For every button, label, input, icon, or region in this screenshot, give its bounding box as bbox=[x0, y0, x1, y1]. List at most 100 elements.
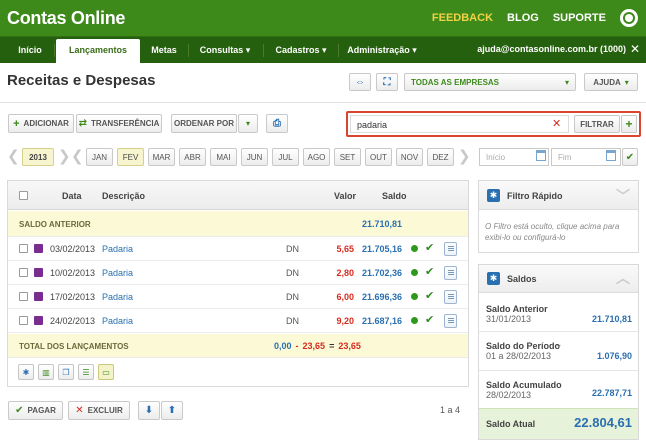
empresas-select[interactable]: TODAS AS EMPRESAS ▾ bbox=[404, 73, 576, 91]
transferencia-label: TRANSFERÊNCIA bbox=[90, 119, 160, 128]
nav-divider bbox=[54, 44, 55, 57]
month-jul[interactable]: JUL bbox=[272, 148, 299, 166]
download-icon: ⬇ bbox=[144, 405, 154, 416]
row-description-link[interactable]: Padaria bbox=[102, 268, 133, 278]
prev-year-chevron-icon[interactable]: ❮ bbox=[7, 148, 20, 166]
upload-button[interactable]: ⬆ bbox=[161, 401, 183, 420]
excluir-button[interactable]: ✕ EXCLUIR bbox=[68, 401, 130, 420]
month-jun[interactable]: JUN bbox=[241, 148, 268, 166]
saldo-acumulado-amount: 22.787,71 bbox=[591, 388, 632, 398]
status-dot-icon bbox=[411, 317, 418, 324]
next-month-chevron-icon[interactable]: ❯ bbox=[458, 148, 471, 166]
saldo-anterior-block: Saldo Anterior 31/01/2013 21.710,81 bbox=[479, 294, 638, 332]
select-all-checkbox[interactable] bbox=[19, 191, 28, 200]
account-email[interactable]: ajuda@contasonline.com.br (1000) bbox=[477, 44, 626, 54]
nav-item-cadastros[interactable]: Cadastros ▾ bbox=[270, 37, 332, 63]
blog-link[interactable]: BLOG bbox=[507, 12, 539, 24]
next-year-chevron-icon[interactable]: ❯ bbox=[58, 148, 71, 166]
fullscreen-button[interactable]: ⛶ bbox=[376, 73, 398, 91]
pagar-button[interactable]: ✔ PAGAR bbox=[8, 401, 63, 420]
row-checkbox[interactable] bbox=[19, 268, 28, 277]
month-abr[interactable]: ABR bbox=[179, 148, 206, 166]
expand-chevron-down-icon[interactable]: ﹀ bbox=[616, 186, 630, 206]
saldo-acumulado-title: Saldo Acumulado bbox=[486, 380, 562, 390]
nav-item-lancamentos[interactable]: Lançamentos bbox=[56, 39, 140, 63]
feedback-link[interactable]: FEEDBACK bbox=[432, 12, 493, 24]
month-jan[interactable]: JAN bbox=[86, 148, 113, 166]
ordenar-button[interactable]: ORDENAR POR bbox=[171, 114, 237, 133]
apply-date-button[interactable]: ✔ bbox=[622, 148, 638, 166]
app-logo-text[interactable]: Contas Online bbox=[7, 8, 125, 29]
month-nov[interactable]: NOV bbox=[396, 148, 423, 166]
saldo-anterior-value: 21.710,81 bbox=[361, 219, 402, 229]
suporte-link[interactable]: SUPORTE bbox=[553, 12, 606, 24]
add-filter-button[interactable]: + bbox=[621, 115, 637, 133]
nav-item-inicio[interactable]: Início bbox=[10, 37, 50, 63]
month-out[interactable]: OUT bbox=[365, 148, 392, 166]
transferencia-button[interactable]: ⇄ TRANSFERÊNCIA bbox=[76, 114, 162, 133]
month-set[interactable]: SET bbox=[334, 148, 361, 166]
header-saldo[interactable]: Saldo bbox=[382, 191, 407, 201]
collapse-chevron-up-icon[interactable]: ︿ bbox=[616, 268, 630, 288]
row-description-link[interactable]: Padaria bbox=[102, 244, 133, 254]
list-view-button[interactable]: ☰ bbox=[78, 364, 94, 380]
edit-document-icon[interactable] bbox=[444, 314, 457, 328]
header-descricao[interactable]: Descrição bbox=[102, 191, 145, 201]
table-row[interactable]: 03/02/2013 Padaria DN 5,65 21.705,16 ✔ bbox=[8, 237, 468, 261]
clear-search-icon[interactable]: ✕ bbox=[552, 117, 561, 130]
calendar-icon[interactable] bbox=[536, 150, 546, 161]
compact-view-button[interactable]: ▭ bbox=[98, 364, 114, 380]
saldo-atual-block: Saldo Atual 22.804,61 bbox=[479, 408, 638, 439]
edit-document-icon[interactable] bbox=[444, 242, 457, 256]
search-input[interactable]: padaria bbox=[350, 115, 569, 133]
print-button[interactable]: ⎙ bbox=[266, 114, 288, 133]
gear-icon[interactable]: ✱ bbox=[487, 272, 500, 285]
calendar-icon[interactable] bbox=[606, 150, 616, 161]
category-color-icon bbox=[34, 244, 43, 253]
paid-check-icon[interactable]: ✔ bbox=[425, 265, 434, 278]
logout-close-icon[interactable]: ✕ bbox=[630, 42, 640, 56]
month-ago[interactable]: AGO bbox=[303, 148, 330, 166]
nav-item-administracao[interactable]: Administração ▾ bbox=[344, 37, 420, 63]
paid-check-icon[interactable]: ✔ bbox=[425, 313, 434, 326]
month-fev[interactable]: FEV bbox=[117, 148, 144, 166]
row-description-link[interactable]: Padaria bbox=[102, 316, 133, 326]
settings-view-button[interactable]: ✱ bbox=[18, 364, 34, 380]
table-row[interactable]: 24/02/2013 Padaria DN 9,20 21.687,16 ✔ bbox=[8, 309, 468, 333]
row-description-link[interactable]: Padaria bbox=[102, 292, 133, 302]
row-checkbox[interactable] bbox=[19, 244, 28, 253]
month-dez[interactable]: DEZ bbox=[427, 148, 454, 166]
columns-view-button[interactable]: ▥ bbox=[38, 364, 54, 380]
gear-icon[interactable]: ✱ bbox=[487, 189, 500, 202]
filtrar-button[interactable]: FILTRAR bbox=[574, 115, 620, 133]
expand-horizontal-button[interactable]: ⇔ bbox=[349, 73, 371, 91]
filtro-rapido-header[interactable]: ✱ Filtro Rápido ﹀ bbox=[479, 181, 638, 210]
ordenar-dropdown-button[interactable]: ▾ bbox=[238, 114, 258, 133]
edit-document-icon[interactable] bbox=[444, 290, 457, 304]
table-row[interactable]: 10/02/2013 Padaria DN 2,80 21.702,36 ✔ bbox=[8, 261, 468, 285]
nav-item-consultas[interactable]: Consultas ▾ bbox=[195, 37, 255, 63]
copy-view-button[interactable]: ❐ bbox=[58, 364, 74, 380]
table-row[interactable]: 17/02/2013 Padaria DN 6,00 21.696,36 ✔ bbox=[8, 285, 468, 309]
chevron-down-icon[interactable]: ⌄ bbox=[555, 339, 563, 350]
row-valor: 2,80 bbox=[336, 268, 354, 278]
paid-check-icon[interactable]: ✔ bbox=[425, 289, 434, 302]
row-checkbox[interactable] bbox=[19, 292, 28, 301]
download-button[interactable]: ⬇ bbox=[138, 401, 160, 420]
saldo-anterior-amount: 21.710,81 bbox=[591, 314, 632, 324]
prev-month-chevron-icon[interactable]: ❮ bbox=[71, 148, 84, 166]
adicionar-button[interactable]: + ADICIONAR bbox=[8, 114, 74, 133]
ajuda-button[interactable]: AJUDA ▾ bbox=[584, 73, 638, 91]
year-selector[interactable]: 2013 bbox=[22, 148, 54, 166]
saldos-header[interactable]: ✱ Saldos ︿ bbox=[479, 265, 638, 293]
header-valor[interactable]: Valor bbox=[334, 191, 356, 201]
row-checkbox[interactable] bbox=[19, 316, 28, 325]
header-data[interactable]: Data bbox=[62, 191, 82, 201]
month-mar[interactable]: MAR bbox=[148, 148, 175, 166]
chevron-down-icon: ▾ bbox=[245, 119, 250, 128]
saldo-atual-amount: 22.804,61 bbox=[574, 415, 632, 430]
month-mai[interactable]: MAI bbox=[210, 148, 237, 166]
nav-item-metas[interactable]: Metas bbox=[146, 37, 182, 63]
paid-check-icon[interactable]: ✔ bbox=[425, 241, 434, 254]
edit-document-icon[interactable] bbox=[444, 266, 457, 280]
